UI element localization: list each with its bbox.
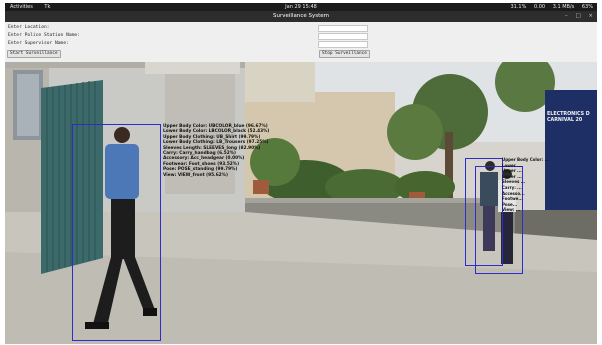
battery-indicator[interactable]: 63%	[582, 4, 593, 10]
attribute-line: Lower Body Clothing: LB_Trousers (97.25%…	[163, 140, 269, 146]
location-label: Enter Location:	[8, 25, 50, 30]
close-icon[interactable]: ×	[588, 13, 593, 19]
cpu-indicator[interactable]: 31.1%	[510, 4, 526, 10]
attribute-line: View: VIEW_front (95.62%)	[163, 172, 228, 178]
window-controls: – □ ×	[559, 11, 593, 22]
attribute-line: Upper Body Color: ...	[502, 157, 550, 162]
system-clock[interactable]: Jan 29 15:48	[285, 4, 317, 10]
window-title-bar[interactable]: Surveillance System – □ ×	[5, 11, 597, 22]
system-top-bar: Activities Tk Jan 29 15:48 31.1% 0.00 3.…	[5, 3, 597, 11]
load-indicator[interactable]: 0.00	[534, 4, 545, 10]
detection-attributes-person-1: Upper Body Color: UBCOLOR_blue (96.67%) …	[163, 124, 269, 178]
detection-attributes-person-2: Upper Body Color: ... Lower ... Upper ..…	[502, 157, 549, 213]
window-title: Surveillance System	[273, 13, 329, 19]
supervisor-input[interactable]	[318, 41, 368, 48]
signboard-text: ELECTRONICS D CARNIVAL 20	[547, 112, 590, 123]
stop-surveillance-button[interactable]: Stop Surveillance	[319, 50, 370, 58]
attribute-line: View: ...	[502, 207, 521, 213]
detection-box-person-1	[72, 124, 161, 341]
input-form: Enter Location: Enter Police Station Nam…	[5, 22, 597, 63]
maximize-icon[interactable]: □	[575, 13, 580, 19]
start-surveillance-button[interactable]: Start Surveillance	[7, 50, 61, 58]
police-station-input[interactable]	[318, 33, 368, 40]
supervisor-label: Enter Supervisor Name:	[8, 41, 69, 46]
location-input[interactable]	[318, 25, 368, 32]
network-speed-indicator[interactable]: 3.1 MB/s	[553, 4, 575, 10]
police-station-label: Enter Police Station Name:	[8, 33, 80, 38]
video-feed: ELECTRONICS D CARNIVAL 20 Upper Body Col…	[5, 62, 597, 344]
minimize-icon[interactable]: –	[565, 13, 568, 19]
